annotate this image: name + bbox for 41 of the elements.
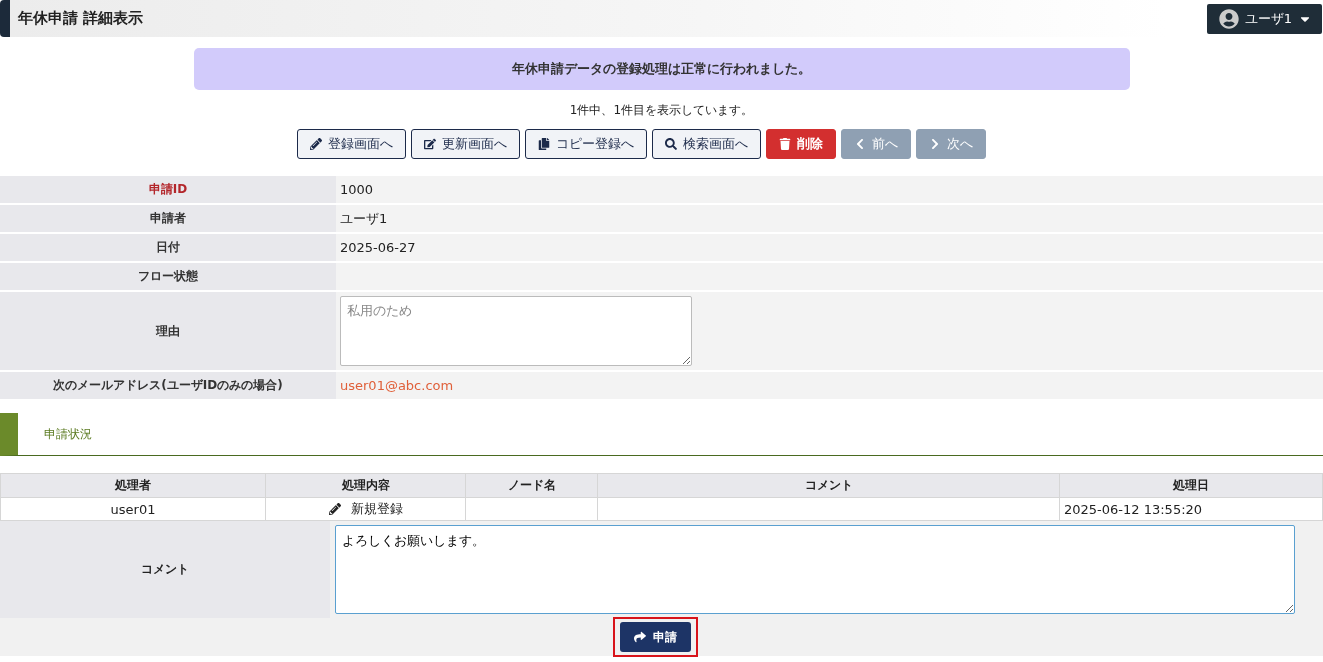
field-label: 申請者 <box>0 205 336 232</box>
field-value: 2025-06-27 <box>336 234 1323 261</box>
column-header: 処理日 <box>1059 473 1323 498</box>
field-label: フロー状態 <box>0 263 336 290</box>
column-header: ノード名 <box>465 473 598 498</box>
submit-button[interactable]: 申請 <box>620 622 691 652</box>
action-button[interactable]: コピー登録へ <box>525 129 647 159</box>
reason-field[interactable]: 私用のため <box>340 296 692 366</box>
table-cell: 新規登録 <box>265 497 466 521</box>
action-button[interactable]: 検索画面へ <box>652 129 761 159</box>
action-button[interactable]: 登録画面へ <box>297 129 406 159</box>
column-header: 処理者 <box>0 473 266 498</box>
success-alert: 年休申請データの登録処理は正常に行われました。 <box>193 48 1130 90</box>
chevron-right-icon <box>929 138 941 150</box>
field-label: 日付 <box>0 234 336 261</box>
action-button[interactable]: 更新画面へ <box>411 129 520 159</box>
trash-icon <box>779 138 791 150</box>
edit-icon <box>424 138 436 150</box>
copy-icon <box>538 138 550 150</box>
pencil-icon <box>328 503 341 515</box>
column-header: 処理内容 <box>265 473 466 498</box>
table-cell: 2025-06-12 13:55:20 <box>1059 497 1323 521</box>
field-value: ユーザ1 <box>336 205 1323 232</box>
table-cell: user01 <box>0 497 266 521</box>
record-count-text: 1件中、1件目を表示しています。 <box>568 102 755 119</box>
pencil-icon <box>310 138 322 150</box>
field-label: 理由 <box>0 292 336 370</box>
action-button[interactable]: 削除 <box>766 129 836 159</box>
column-header: コメント <box>597 473 1060 498</box>
user-avatar-icon <box>1218 8 1239 29</box>
comment-field[interactable]: よろしくお願いします。 <box>335 525 1295 614</box>
section-title: 申請状況 <box>44 425 92 443</box>
share-arrow-icon <box>634 631 646 643</box>
comment-label: コメント <box>0 521 330 618</box>
field-value: 1000 <box>336 176 1323 203</box>
search-icon <box>665 138 677 150</box>
field-label: 申請ID <box>0 176 336 203</box>
page-title: 年休申請 詳細表示 <box>18 9 144 28</box>
user-menu-button[interactable]: ユーザ1 <box>1206 3 1322 34</box>
field-label: 次のメールアドレス(ユーザIDのみの場合) <box>0 372 336 399</box>
chevron-left-icon <box>854 138 866 150</box>
